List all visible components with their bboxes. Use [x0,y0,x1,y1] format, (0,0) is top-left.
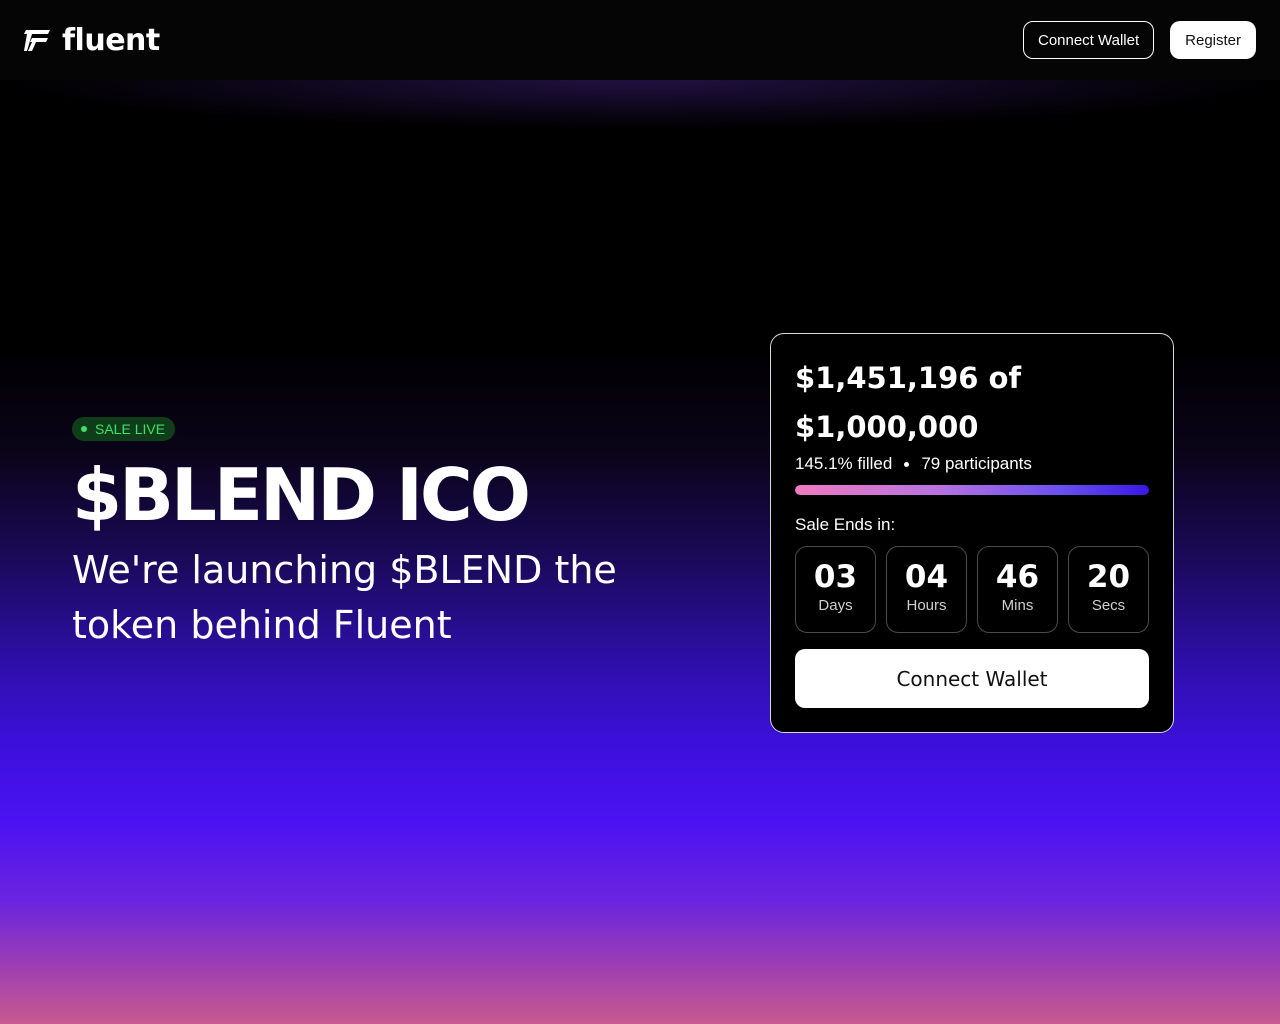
brand-logo[interactable]: fluent [24,23,160,58]
participants-count: 79 participants [921,454,1032,473]
live-dot-icon [81,426,87,432]
progress-bar [795,485,1149,495]
hero-title: $BLEND ICO [72,453,531,537]
sale-goal: $1,000,000 [795,410,979,444]
hero-subtitle: We're launching $BLEND the token behind … [72,548,617,647]
progress-bar-fill [795,485,1149,495]
brand-name: fluent [62,22,160,58]
card-connect-wallet-button[interactable]: Connect Wallet [795,649,1149,708]
register-button[interactable]: Register [1170,21,1256,59]
countdown-value: 46 [995,559,1040,595]
countdown-value: 04 [904,559,949,595]
amount-raised: $1,451,196 of [795,361,1022,395]
badge-label: SALE LIVE [95,421,166,437]
nav-actions: Connect Wallet Register [1022,21,1256,59]
countdown-value: 20 [1086,559,1131,595]
countdown-unit: Hours [906,597,947,614]
countdown-unit: Days [818,597,853,614]
separator-dot-icon [904,461,910,467]
connect-wallet-button[interactable]: Connect Wallet [1022,21,1155,59]
countdown-hours: 04 Hours [886,546,967,633]
hero-section: SALE LIVE $BLEND ICO We're launching $BL… [72,417,692,653]
progress-meta: 145.1% filled 79 participants [795,454,1149,474]
top-nav: fluent Connect Wallet Register [0,0,1280,80]
filled-percent: 145.1% filled [795,454,893,473]
fluent-logo-icon [24,30,50,51]
countdown-mins: 46 Mins [977,546,1058,633]
background-glow [0,80,1280,220]
countdown-days: 03 Days [795,546,876,633]
countdown-unit: Mins [1001,597,1034,614]
countdown-unit: Secs [1091,597,1126,614]
sale-live-badge: SALE LIVE [72,417,176,441]
countdown-timer: 03 Days 04 Hours 46 Mins 20 Secs [795,546,1149,633]
countdown-secs: 20 Secs [1068,546,1149,633]
countdown-value: 03 [813,559,858,595]
sale-card: $1,451,196 of $1,000,000 145.1% filled 7… [770,333,1174,733]
sale-ends-label: Sale Ends in: [795,515,896,534]
